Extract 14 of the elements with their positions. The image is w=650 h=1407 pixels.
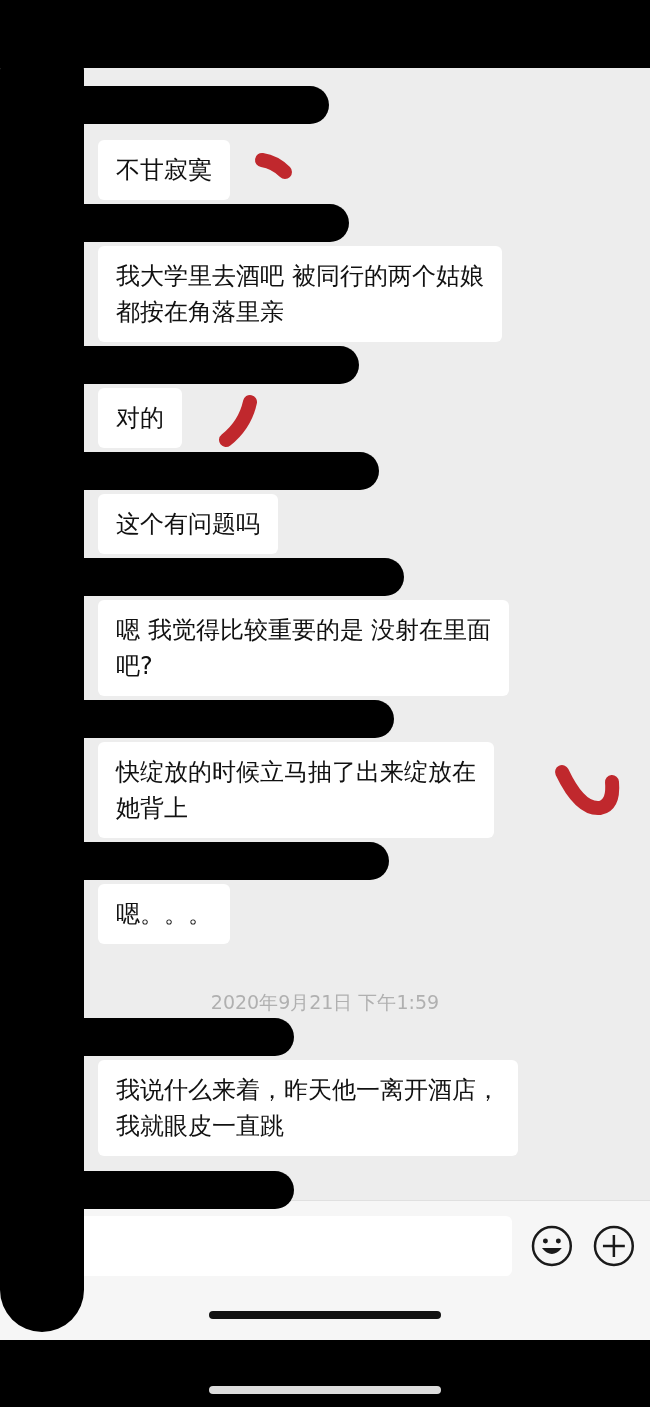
message-bubble: 我大学里去酒吧 被同行的两个姑娘 都按在角落里亲 (98, 246, 502, 342)
annotation-mark (255, 153, 292, 179)
message-bubble: 不甘寂寞 (98, 140, 230, 200)
message-bubble: 嗯。。。 (98, 884, 230, 944)
annotation-mark (219, 395, 257, 447)
message-bubble: 嗯 我觉得比较重要的是 没射在里面 吧? (98, 600, 510, 696)
add-icon[interactable] (592, 1223, 636, 1268)
annotation-mark (555, 765, 620, 816)
message-bubble: 对的 (98, 388, 182, 448)
emoji-icon[interactable] (530, 1223, 575, 1268)
message-bubble: 快绽放的时候立马抽了出来绽放在 她背上 (98, 742, 494, 838)
message-bubble: 这个有问题吗 (98, 494, 278, 554)
timestamp: 2020年9月21日 下午1:59 (210, 990, 440, 1014)
message-bubble: 我说什么来着，昨天他一离开酒店， 我就眼皮一直跳 (98, 1060, 518, 1156)
